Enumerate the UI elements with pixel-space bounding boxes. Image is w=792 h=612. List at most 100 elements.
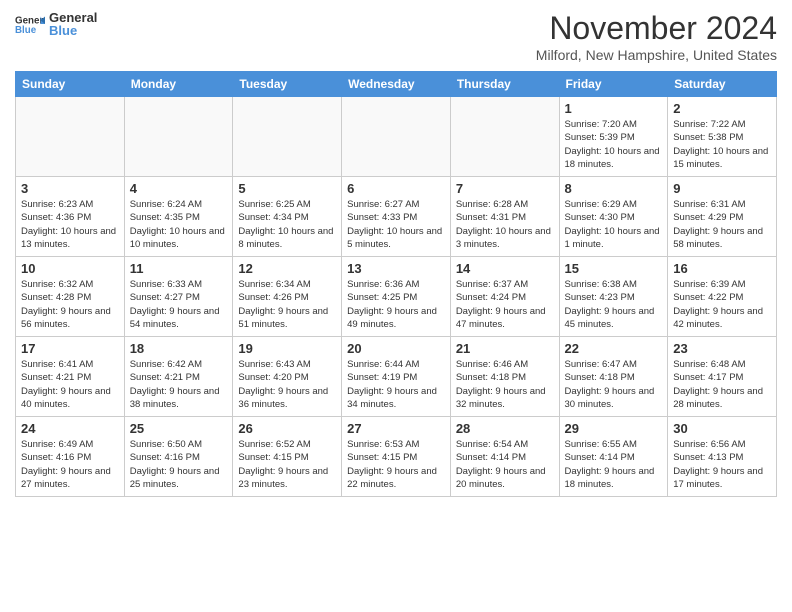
calendar-cell: 15 Sunrise: 6:38 AM Sunset: 4:23 PM Dayli… xyxy=(559,257,668,337)
day-number: 23 xyxy=(673,341,771,356)
calendar-cell: 14 Sunrise: 6:37 AM Sunset: 4:24 PM Dayli… xyxy=(450,257,559,337)
day-number: 12 xyxy=(238,261,336,276)
calendar-cell: 2 Sunrise: 7:22 AM Sunset: 5:38 PM Daylig… xyxy=(668,97,777,177)
calendar-week-4: 24 Sunrise: 6:49 AM Sunset: 4:16 PM Dayli… xyxy=(16,417,777,497)
location-text: Milford, New Hampshire, United States xyxy=(536,47,777,63)
calendar-cell: 17 Sunrise: 6:41 AM Sunset: 4:21 PM Dayli… xyxy=(16,337,125,417)
day-number: 24 xyxy=(21,421,119,436)
calendar-cell: 27 Sunrise: 6:53 AM Sunset: 4:15 PM Dayli… xyxy=(342,417,451,497)
calendar-cell: 28Sunrise: 6:54 AM Sunset: 4:14 PM Dayli… xyxy=(450,417,559,497)
day-number: 11 xyxy=(130,261,228,276)
day-info: Sunrise: 6:54 AM Sunset: 4:14 PM Dayligh… xyxy=(456,438,554,491)
day-info: Sunrise: 6:52 AM Sunset: 4:15 PM Dayligh… xyxy=(238,438,336,491)
title-block: November 2024 Milford, New Hampshire, Un… xyxy=(536,10,777,63)
calendar-cell: 11Sunrise: 6:33 AM Sunset: 4:27 PM Dayli… xyxy=(124,257,233,337)
calendar-cell: 12 Sunrise: 6:34 AM Sunset: 4:26 PM Dayli… xyxy=(233,257,342,337)
day-number: 2 xyxy=(673,101,771,116)
day-info: Sunrise: 6:37 AM Sunset: 4:24 PM Dayligh… xyxy=(456,278,554,331)
calendar-cell: 19 Sunrise: 6:43 AM Sunset: 4:20 PM Dayli… xyxy=(233,337,342,417)
calendar-cell xyxy=(233,97,342,177)
calendar-week-0: 1Sunrise: 7:20 AM Sunset: 5:39 PM Daylig… xyxy=(16,97,777,177)
day-info: Sunrise: 6:29 AM Sunset: 4:30 PM Dayligh… xyxy=(565,198,663,251)
column-header-tuesday: Tuesday xyxy=(233,72,342,97)
day-info: Sunrise: 6:41 AM Sunset: 4:21 PM Dayligh… xyxy=(21,358,119,411)
day-info: Sunrise: 6:43 AM Sunset: 4:20 PM Dayligh… xyxy=(238,358,336,411)
column-header-wednesday: Wednesday xyxy=(342,72,451,97)
calendar-cell: 9Sunrise: 6:31 AM Sunset: 4:29 PM Daylig… xyxy=(668,177,777,257)
day-number: 15 xyxy=(565,261,663,276)
day-number: 21 xyxy=(456,341,554,356)
calendar-week-2: 10 Sunrise: 6:32 AM Sunset: 4:28 PM Dayli… xyxy=(16,257,777,337)
column-header-friday: Friday xyxy=(559,72,668,97)
column-header-thursday: Thursday xyxy=(450,72,559,97)
calendar-table: SundayMondayTuesdayWednesdayThursdayFrid… xyxy=(15,71,777,497)
day-number: 18 xyxy=(130,341,228,356)
day-number: 3 xyxy=(21,181,119,196)
day-info: Sunrise: 6:44 AM Sunset: 4:19 PM Dayligh… xyxy=(347,358,445,411)
day-info: Sunrise: 6:36 AM Sunset: 4:25 PM Dayligh… xyxy=(347,278,445,331)
day-number: 26 xyxy=(238,421,336,436)
day-number: 6 xyxy=(347,181,445,196)
day-info: Sunrise: 6:38 AM Sunset: 4:23 PM Dayligh… xyxy=(565,278,663,331)
day-number: 17 xyxy=(21,341,119,356)
logo-icon: General Blue xyxy=(15,12,45,36)
day-number: 30 xyxy=(673,421,771,436)
calendar-header-row: SundayMondayTuesdayWednesdayThursdayFrid… xyxy=(16,72,777,97)
calendar-cell xyxy=(124,97,233,177)
calendar-cell xyxy=(16,97,125,177)
day-number: 25 xyxy=(130,421,228,436)
calendar-cell: 6Sunrise: 6:27 AM Sunset: 4:33 PM Daylig… xyxy=(342,177,451,257)
calendar-cell: 30 Sunrise: 6:56 AM Sunset: 4:13 PM Dayli… xyxy=(668,417,777,497)
calendar-cell: 8 Sunrise: 6:29 AM Sunset: 4:30 PM Daylig… xyxy=(559,177,668,257)
day-number: 7 xyxy=(456,181,554,196)
calendar-cell: 5 Sunrise: 6:25 AM Sunset: 4:34 PM Daylig… xyxy=(233,177,342,257)
day-number: 10 xyxy=(21,261,119,276)
day-info: Sunrise: 6:49 AM Sunset: 4:16 PM Dayligh… xyxy=(21,438,119,491)
day-info: Sunrise: 6:47 AM Sunset: 4:18 PM Dayligh… xyxy=(565,358,663,411)
calendar-cell: 10 Sunrise: 6:32 AM Sunset: 4:28 PM Dayli… xyxy=(16,257,125,337)
day-info: Sunrise: 6:39 AM Sunset: 4:22 PM Dayligh… xyxy=(673,278,771,331)
day-number: 13 xyxy=(347,261,445,276)
calendar-cell xyxy=(342,97,451,177)
column-header-sunday: Sunday xyxy=(16,72,125,97)
day-number: 8 xyxy=(565,181,663,196)
logo-blue-text: Blue xyxy=(49,23,97,38)
calendar-cell: 3 Sunrise: 6:23 AM Sunset: 4:36 PM Daylig… xyxy=(16,177,125,257)
day-number: 14 xyxy=(456,261,554,276)
logo: General Blue General Blue xyxy=(15,10,97,38)
day-info: Sunrise: 6:25 AM Sunset: 4:34 PM Dayligh… xyxy=(238,198,336,251)
page-header: General Blue General Blue November 2024 … xyxy=(15,10,777,63)
calendar-cell: 25 Sunrise: 6:50 AM Sunset: 4:16 PM Dayli… xyxy=(124,417,233,497)
day-info: Sunrise: 6:53 AM Sunset: 4:15 PM Dayligh… xyxy=(347,438,445,491)
day-number: 20 xyxy=(347,341,445,356)
page-container: General Blue General Blue November 2024 … xyxy=(0,0,792,507)
day-info: Sunrise: 6:56 AM Sunset: 4:13 PM Dayligh… xyxy=(673,438,771,491)
calendar-cell: 13 Sunrise: 6:36 AM Sunset: 4:25 PM Dayli… xyxy=(342,257,451,337)
day-info: Sunrise: 6:42 AM Sunset: 4:21 PM Dayligh… xyxy=(130,358,228,411)
day-info: Sunrise: 7:22 AM Sunset: 5:38 PM Dayligh… xyxy=(673,118,771,171)
day-info: Sunrise: 6:31 AM Sunset: 4:29 PM Dayligh… xyxy=(673,198,771,251)
day-number: 19 xyxy=(238,341,336,356)
calendar-cell: 24 Sunrise: 6:49 AM Sunset: 4:16 PM Dayli… xyxy=(16,417,125,497)
day-info: Sunrise: 7:20 AM Sunset: 5:39 PM Dayligh… xyxy=(565,118,663,171)
calendar-cell: 23 Sunrise: 6:48 AM Sunset: 4:17 PM Dayli… xyxy=(668,337,777,417)
day-info: Sunrise: 6:48 AM Sunset: 4:17 PM Dayligh… xyxy=(673,358,771,411)
day-info: Sunrise: 6:28 AM Sunset: 4:31 PM Dayligh… xyxy=(456,198,554,251)
column-header-monday: Monday xyxy=(124,72,233,97)
day-info: Sunrise: 6:23 AM Sunset: 4:36 PM Dayligh… xyxy=(21,198,119,251)
calendar-cell xyxy=(450,97,559,177)
day-info: Sunrise: 6:34 AM Sunset: 4:26 PM Dayligh… xyxy=(238,278,336,331)
day-number: 4 xyxy=(130,181,228,196)
calendar-week-3: 17 Sunrise: 6:41 AM Sunset: 4:21 PM Dayli… xyxy=(16,337,777,417)
calendar-week-1: 3 Sunrise: 6:23 AM Sunset: 4:36 PM Daylig… xyxy=(16,177,777,257)
column-header-saturday: Saturday xyxy=(668,72,777,97)
day-info: Sunrise: 6:32 AM Sunset: 4:28 PM Dayligh… xyxy=(21,278,119,331)
day-number: 5 xyxy=(238,181,336,196)
calendar-cell: 18 Sunrise: 6:42 AM Sunset: 4:21 PM Dayli… xyxy=(124,337,233,417)
calendar-cell: 20 Sunrise: 6:44 AM Sunset: 4:19 PM Dayli… xyxy=(342,337,451,417)
day-number: 22 xyxy=(565,341,663,356)
day-info: Sunrise: 6:50 AM Sunset: 4:16 PM Dayligh… xyxy=(130,438,228,491)
day-number: 27 xyxy=(347,421,445,436)
calendar-cell: 26 Sunrise: 6:52 AM Sunset: 4:15 PM Dayli… xyxy=(233,417,342,497)
month-title: November 2024 xyxy=(536,10,777,47)
